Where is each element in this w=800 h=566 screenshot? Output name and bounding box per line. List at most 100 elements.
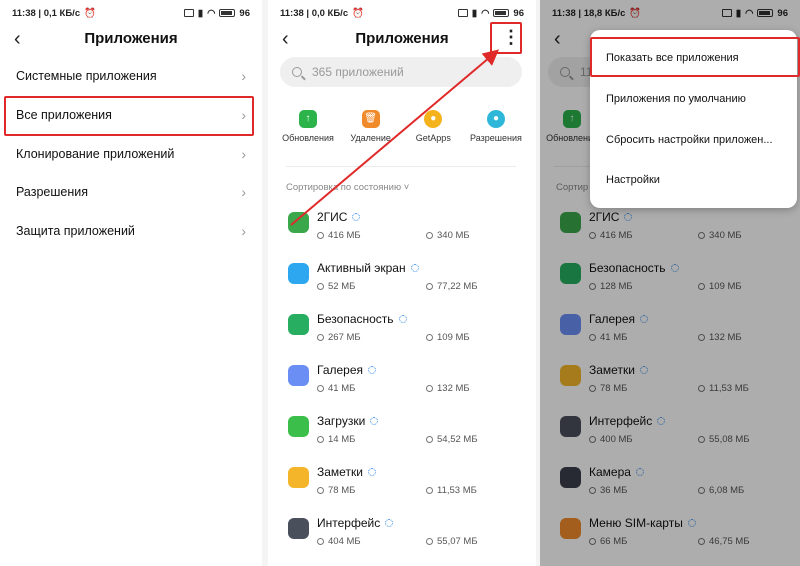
status-spinner-icon xyxy=(398,315,407,323)
screen-record-icon xyxy=(183,9,194,17)
app-icon xyxy=(288,365,309,386)
menu-item-clone-apps[interactable]: Клонирование приложений › xyxy=(0,135,262,173)
app-size-info: 404 МБ xyxy=(317,536,361,547)
clock-icon xyxy=(426,538,433,545)
storage-icon xyxy=(317,487,324,494)
app-name-row: Галерея xyxy=(317,363,377,377)
app-name-row: Загрузки xyxy=(317,414,379,428)
app-name: Интерфейс xyxy=(317,516,381,530)
menu-item-label: Клонирование приложений xyxy=(16,147,175,161)
menu-item-label: Разрешения xyxy=(16,185,89,199)
app-cache: 11,53 МБ xyxy=(437,485,477,496)
popup-reset-app-settings[interactable]: Сбросить настройки приложен... xyxy=(606,134,791,146)
signal-icon: ▮ xyxy=(197,7,204,19)
status-time-speed: 11:38 | 0,1 КБ/с xyxy=(12,7,81,19)
status-spinner-icon xyxy=(368,366,377,374)
app-name: Активный экран xyxy=(317,261,406,275)
app-size: 416 МБ xyxy=(328,230,361,241)
app-cache: 77,22 МБ xyxy=(437,281,478,292)
app-name: Заметки xyxy=(317,465,363,479)
action-uninstall[interactable]: 🗑 Удаление xyxy=(341,110,401,143)
status-spinner-icon xyxy=(367,468,376,476)
app-size: 78 МБ xyxy=(328,485,356,496)
header: ‹ Приложения xyxy=(0,26,262,54)
signal-icon: ▮ xyxy=(471,7,478,19)
app-cache-info: 340 МБ xyxy=(426,230,470,241)
action-label: Удаление xyxy=(350,133,391,143)
battery-level: 96 xyxy=(513,7,524,19)
action-updates[interactable]: ↑ Обновления xyxy=(278,110,338,143)
app-size: 41 МБ xyxy=(328,383,356,394)
app-name-row: Интерфейс xyxy=(317,516,394,530)
app-name-row: 2ГИС xyxy=(317,210,361,224)
app-size-info: 14 МБ xyxy=(317,434,355,445)
clock-icon xyxy=(426,436,433,443)
sort-dropdown[interactable]: Сортировка по состоянию ˅ xyxy=(286,182,409,193)
clock-icon xyxy=(426,232,433,239)
action-label: GetApps xyxy=(415,133,451,143)
search-input[interactable]: 365 приложений xyxy=(280,57,522,87)
menu-item-label: Защита приложений xyxy=(16,224,135,238)
app-cache-info: 54,52 МБ xyxy=(426,434,478,445)
app-size-info: 267 МБ xyxy=(317,332,361,343)
highlight-all-apps xyxy=(4,96,254,136)
app-cache: 54,52 МБ xyxy=(437,434,478,445)
app-list-item[interactable]: Интерфейс 404 МБ 55,07 МБ xyxy=(288,514,526,564)
trash-icon: 🗑 xyxy=(361,110,380,128)
battery-icon xyxy=(493,9,510,17)
app-size: 404 МБ xyxy=(328,536,361,547)
storage-icon xyxy=(317,385,324,392)
app-icon xyxy=(288,263,309,284)
app-list-item[interactable]: Загрузки 14 МБ 54,52 МБ xyxy=(288,412,526,462)
app-size-info: 78 МБ xyxy=(317,485,355,496)
storage-icon xyxy=(317,538,324,545)
storage-icon xyxy=(317,436,324,443)
app-list-item[interactable]: 2ГИС 416 МБ 340 МБ xyxy=(288,208,526,258)
app-cache: 340 МБ xyxy=(437,230,470,241)
alarm-icon: ⏰ xyxy=(352,7,364,19)
popup-settings[interactable]: Настройки xyxy=(606,174,791,186)
clock-icon xyxy=(426,334,433,341)
screen-app-settings: 11:38 | 0,1 КБ/с ⏰ ▮ ◠ 96 ‹ Приложения С… xyxy=(0,0,262,566)
menu-item-permissions[interactable]: Разрешения › xyxy=(0,173,262,211)
menu-item-app-protection[interactable]: Защита приложений › xyxy=(0,212,262,250)
app-list-item[interactable]: Галерея 41 МБ 132 МБ xyxy=(288,361,526,411)
app-icon xyxy=(288,314,309,335)
sort-label: Сортировка по состоянию xyxy=(286,182,402,193)
chevron-right-icon: › xyxy=(241,68,246,84)
status-bar: 11:38 | 0,1 КБ/с ⏰ ▮ ◠ 96 xyxy=(12,6,250,20)
app-name-row: Заметки xyxy=(317,465,376,479)
chevron-right-icon: › xyxy=(241,146,246,162)
app-list-item[interactable]: Активный экран 52 МБ 77,22 МБ xyxy=(288,259,526,309)
app-name-row: Безопасность xyxy=(317,312,407,326)
status-spinner-icon xyxy=(385,519,394,527)
menu-item-system-apps[interactable]: Системные приложения › xyxy=(0,57,262,95)
app-list-item[interactable]: Безопасность 267 МБ 109 МБ xyxy=(288,310,526,360)
app-list-item[interactable]: Заметки 78 МБ 11,53 МБ xyxy=(288,463,526,513)
app-name: Галерея xyxy=(317,363,364,377)
highlight-more-options xyxy=(490,22,522,54)
status-bar: 11:38 | 0,0 КБ/с ⏰ ▮ ◠ 96 xyxy=(280,6,524,20)
app-icon xyxy=(288,212,309,233)
highlight-show-all-apps xyxy=(590,37,800,77)
app-name: 2ГИС xyxy=(317,210,348,224)
divider xyxy=(286,166,516,167)
app-cache-info: 109 МБ xyxy=(426,332,470,343)
app-cache-info: 55,07 МБ xyxy=(426,536,478,547)
action-getapps[interactable]: ● GetApps xyxy=(403,110,463,143)
app-size-info: 416 МБ xyxy=(317,230,361,241)
app-cache-info: 132 МБ xyxy=(426,383,470,394)
wifi-icon: ◠ xyxy=(207,7,216,19)
app-icon xyxy=(288,467,309,488)
page-title: Приложения xyxy=(84,30,178,47)
screen-record-icon xyxy=(457,9,468,17)
clock-icon xyxy=(426,283,433,290)
menu-item-label: Системные приложения xyxy=(16,69,157,83)
quick-actions: ↑ Обновления 🗑 Удаление ● GetApps ● Разр… xyxy=(278,110,526,143)
clock-icon xyxy=(426,385,433,392)
popup-default-apps[interactable]: Приложения по умолчанию xyxy=(606,93,791,105)
storage-icon xyxy=(317,283,324,290)
status-spinner-icon xyxy=(370,417,379,425)
action-permissions[interactable]: ● Разрешения xyxy=(466,110,526,143)
update-icon: ↑ xyxy=(299,110,317,128)
